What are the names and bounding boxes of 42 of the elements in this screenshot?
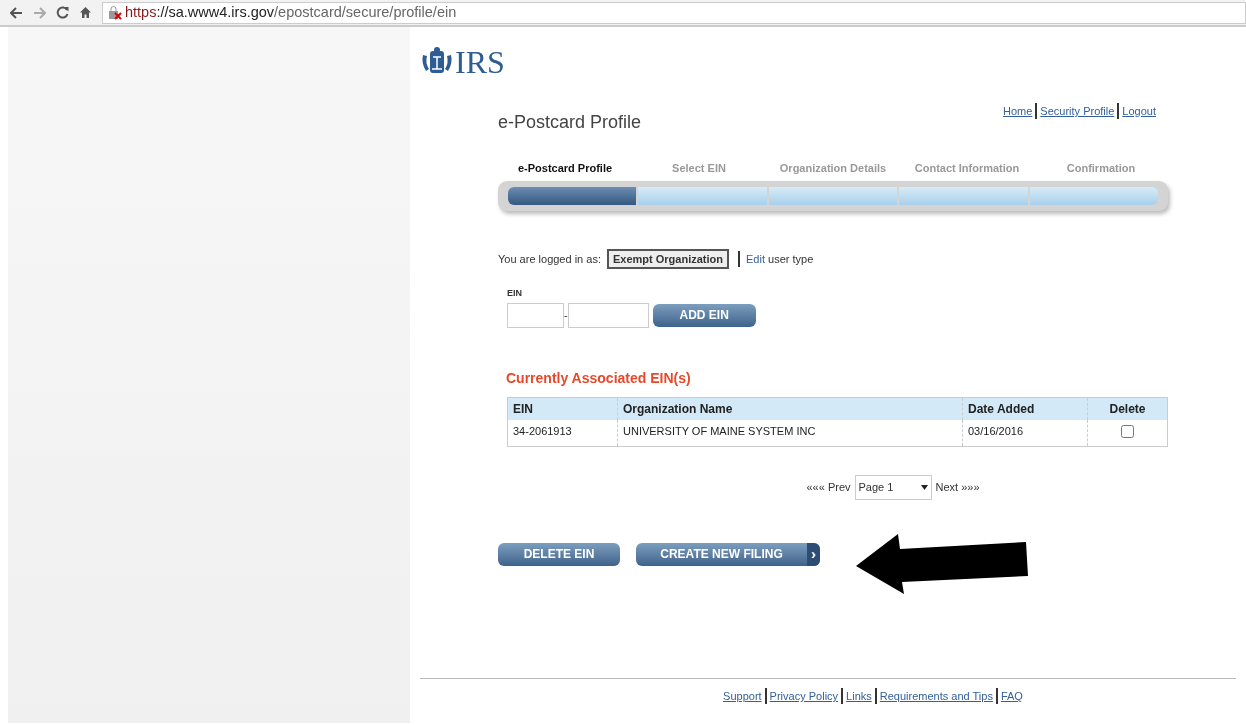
reload-icon[interactable] bbox=[56, 6, 69, 19]
next-link[interactable]: Next »»» bbox=[935, 479, 980, 496]
footer-link[interactable]: Requirements and Tips bbox=[879, 688, 993, 705]
user-type-label: Exempt Organization bbox=[606, 248, 729, 269]
table-cell: UNIVERSITY OF MAINE SYSTEM INC bbox=[617, 419, 963, 447]
step-label: Select EIN bbox=[671, 161, 727, 176]
ein-suffix-field[interactable] bbox=[567, 302, 649, 328]
login-label: You are logged in as: bbox=[498, 251, 601, 267]
footer-link[interactable]: Support bbox=[723, 688, 762, 705]
add-ein-button[interactable]: ADD EIN bbox=[652, 303, 756, 327]
ein-prefix-field[interactable] bbox=[507, 302, 564, 328]
footer-link[interactable]: Privacy Policy bbox=[769, 688, 839, 705]
section-heading: Currently Associated EIN(s) bbox=[506, 368, 692, 388]
footer-link[interactable]: FAQ bbox=[1000, 688, 1023, 705]
column-header: Organization Name bbox=[617, 397, 963, 420]
table-cell: 03/16/2016 bbox=[962, 419, 1088, 447]
page-title: e-Postcard Profile bbox=[498, 111, 642, 134]
edit-user-type-link[interactable]: Edit user type bbox=[746, 250, 814, 267]
page-select[interactable]: Page 1 bbox=[854, 475, 932, 500]
back-icon[interactable] bbox=[10, 6, 23, 19]
nav-link[interactable]: Security Profile bbox=[1040, 103, 1115, 120]
caret-icon bbox=[920, 485, 928, 490]
separator-text: - bbox=[564, 307, 568, 323]
footer-link[interactable]: Links bbox=[846, 688, 872, 705]
column-header: Delete bbox=[1087, 397, 1168, 420]
field-label: EIN bbox=[507, 287, 523, 300]
delete-checkbox[interactable] bbox=[1121, 424, 1134, 438]
home-icon[interactable] bbox=[79, 6, 92, 19]
step-label: e-Postcard Profile bbox=[516, 161, 614, 176]
address-bar[interactable]: https://sa.www4.irs.gov/epostcard/secure/profile/ein bbox=[102, 1, 1246, 24]
prev-link[interactable]: ««« Prev bbox=[806, 479, 851, 496]
table-cell: 34-2061913 bbox=[507, 419, 618, 447]
column-header: EIN bbox=[507, 397, 618, 420]
step-label: Organization Details bbox=[778, 161, 888, 176]
nav-link[interactable]: Home bbox=[1003, 103, 1033, 120]
step-label: Confirmation bbox=[1065, 161, 1137, 176]
create-new-filing-button[interactable]: CREATE NEW FILING › bbox=[636, 542, 820, 566]
logo-text: IRS bbox=[455, 46, 505, 78]
nav-link[interactable]: Logout bbox=[1122, 103, 1156, 120]
delete-ein-button[interactable]: DELETE EIN bbox=[498, 542, 620, 566]
column-header: Date Added bbox=[962, 397, 1088, 420]
step-label: Contact Information bbox=[913, 161, 1021, 176]
